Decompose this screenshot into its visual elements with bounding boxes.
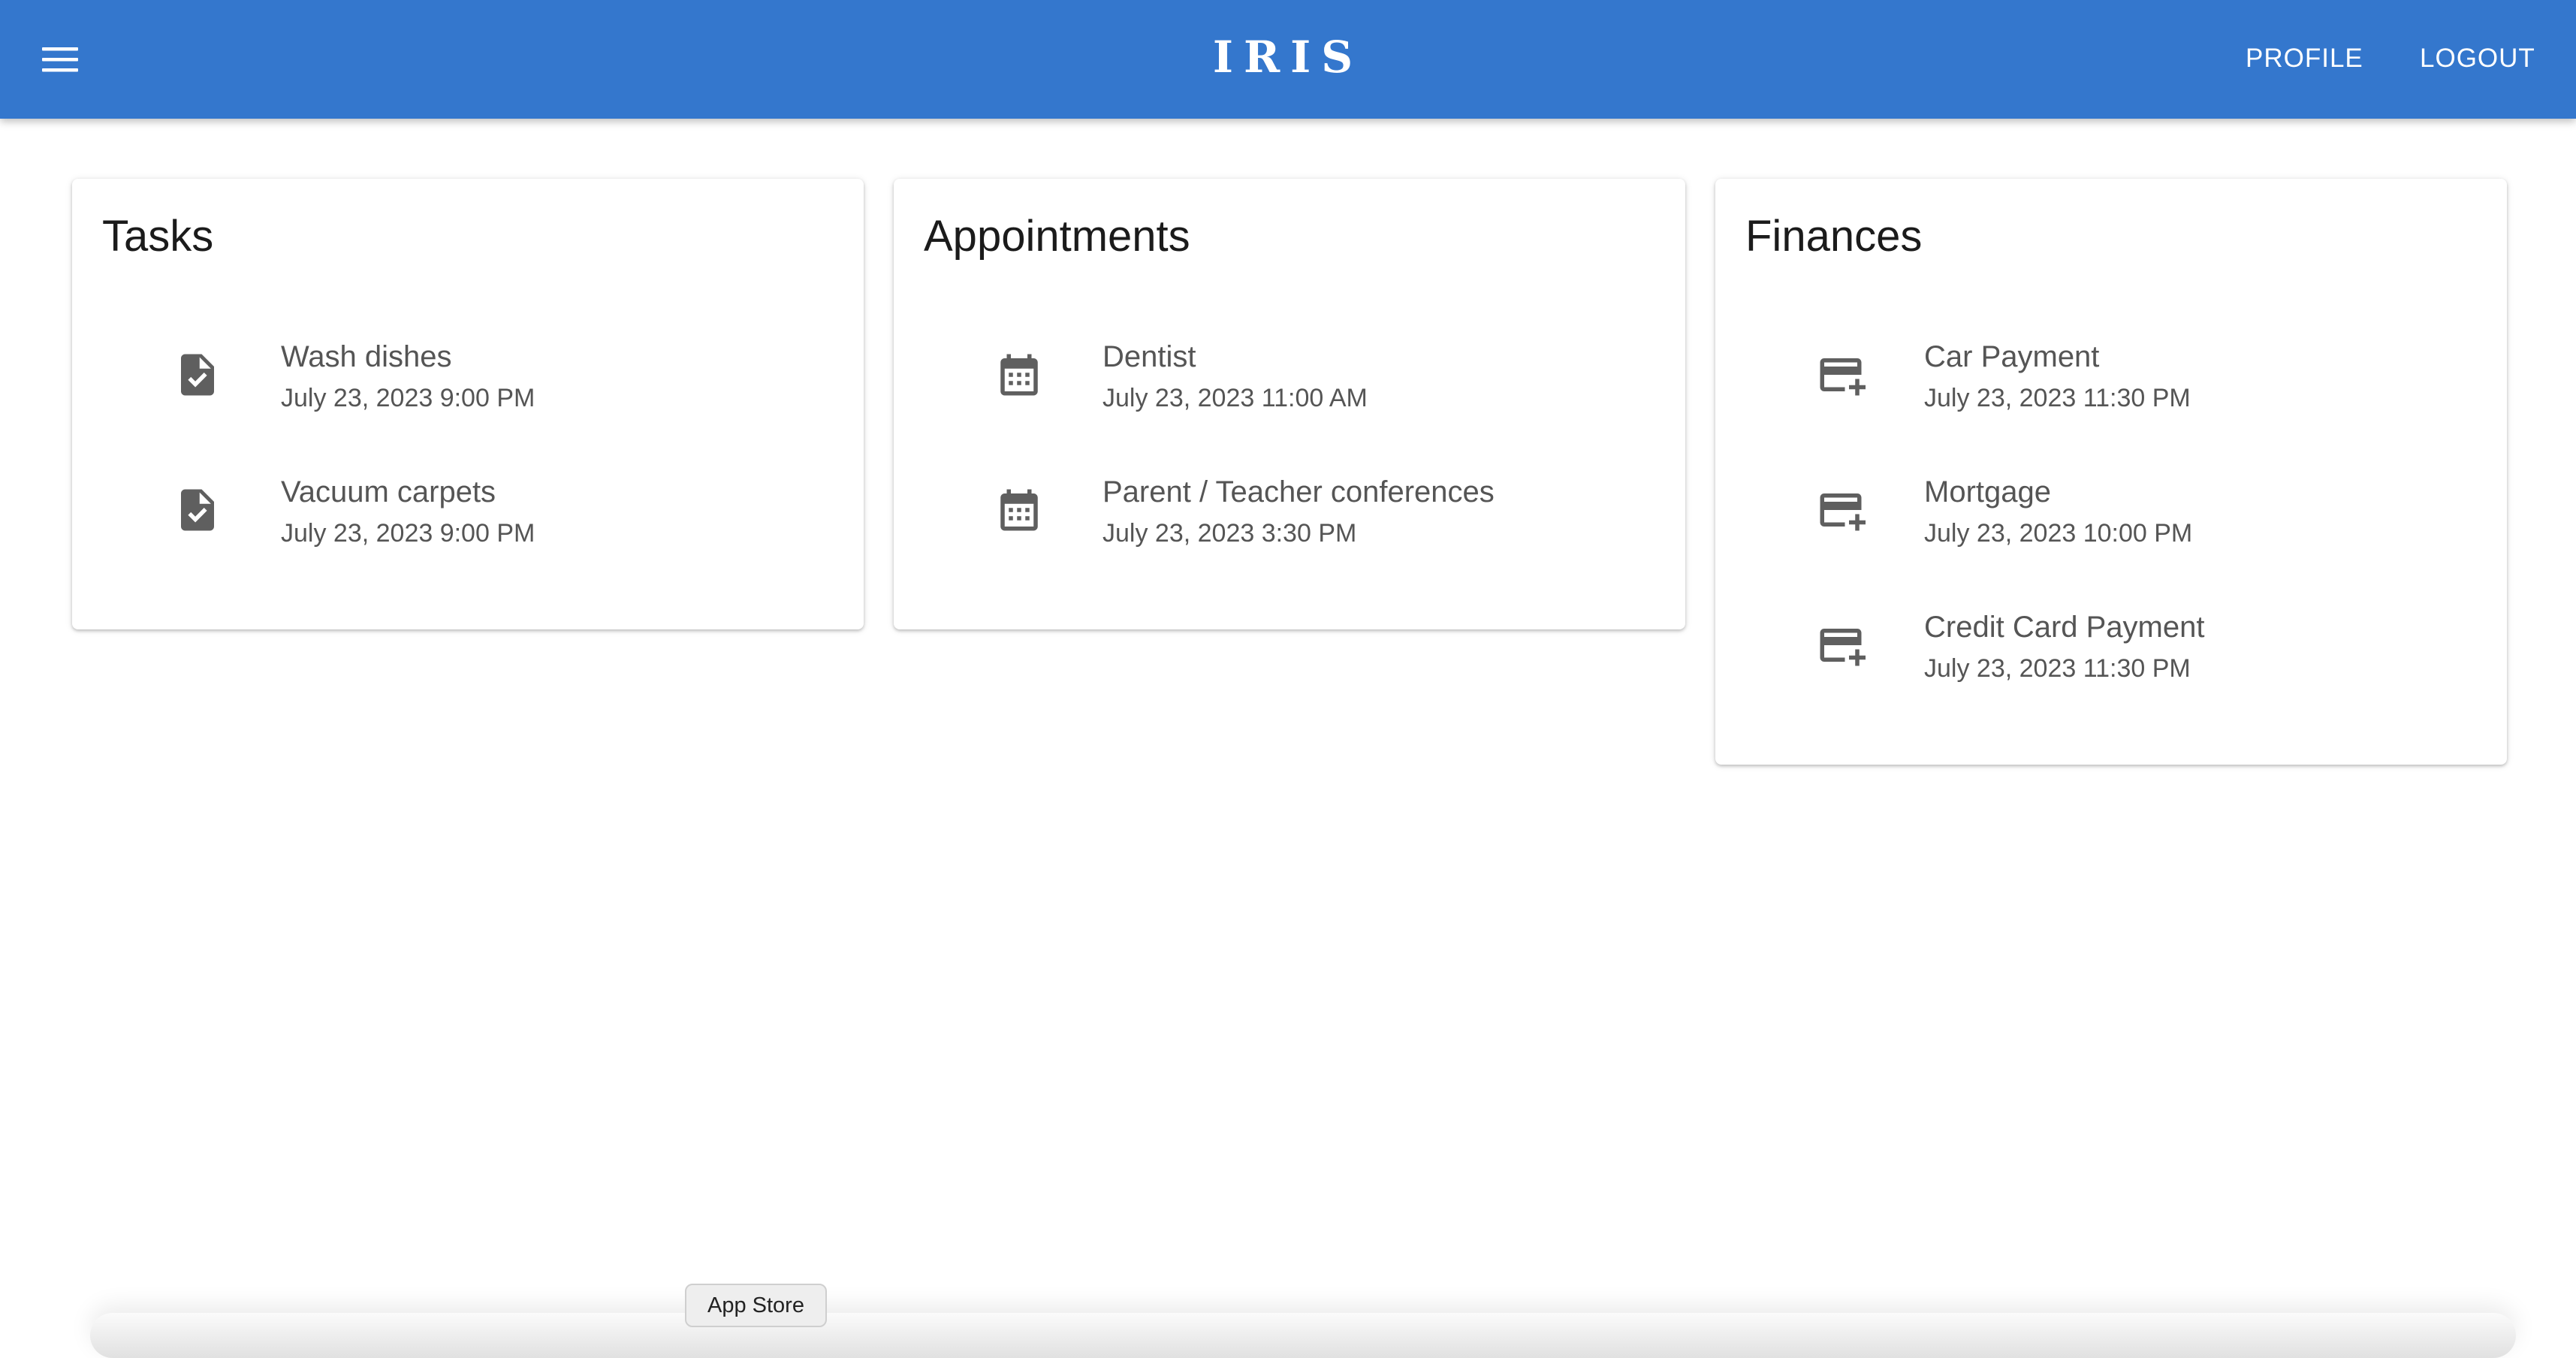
dock [90, 1313, 2516, 1358]
card-title-appointments: Appointments [924, 212, 1190, 261]
dock-tooltip: App Store [685, 1284, 827, 1327]
app-title: IRIS [1212, 32, 1364, 83]
logout-button[interactable]: LOGOUT [2420, 36, 2535, 81]
add-card-icon [1820, 493, 1866, 531]
profile-button[interactable]: PROFILE [2246, 36, 2363, 81]
list-item-date: July 23, 2023 11:30 PM [1924, 384, 2191, 412]
list-item-date: July 23, 2023 9:00 PM [281, 384, 535, 412]
list-item-title: Parent / Teacher conferences [1102, 475, 1495, 508]
list-item[interactable]: Wash dishes July 23, 2023 9:00 PM [72, 327, 864, 433]
task-document-check-icon [181, 489, 214, 531]
list-item[interactable]: Dentist July 23, 2023 11:00 AM [894, 327, 1685, 433]
list-item[interactable]: Credit Card Payment July 23, 2023 11:30 … [1715, 598, 2507, 703]
list-item[interactable]: Mortgage July 23, 2023 10:00 PM [1715, 463, 2507, 568]
calendar-icon [1000, 354, 1038, 396]
add-card-icon [1820, 358, 1866, 396]
list-item[interactable]: Vacuum carpets July 23, 2023 9:00 PM [72, 463, 864, 568]
list-item-title: Car Payment [1924, 340, 2100, 373]
list-item[interactable]: Car Payment July 23, 2023 11:30 PM [1715, 327, 2507, 433]
list-item-title: Wash dishes [281, 340, 452, 373]
tasks-card: Tasks Wash dishes July 23, 2023 9:00 PM … [72, 179, 864, 629]
list-item-title: Mortgage [1924, 475, 2051, 508]
list-item-date: July 23, 2023 11:00 AM [1102, 384, 1368, 412]
list-item-date: July 23, 2023 3:30 PM [1102, 519, 1357, 548]
appointments-card: Appointments Dentist July 23, 2023 11:00… [894, 179, 1685, 629]
list-item-title: Vacuum carpets [281, 475, 496, 508]
list-item-date: July 23, 2023 10:00 PM [1924, 519, 2193, 548]
finances-card: Finances Car Payment July 23, 2023 11:30… [1715, 179, 2507, 765]
list-item[interactable]: Parent / Teacher conferences July 23, 20… [894, 463, 1685, 568]
list-item-date: July 23, 2023 9:00 PM [281, 519, 535, 548]
calendar-icon [1000, 489, 1038, 531]
add-card-icon [1820, 629, 1866, 666]
list-item-date: July 23, 2023 11:30 PM [1924, 654, 2191, 683]
task-document-check-icon [181, 354, 214, 396]
card-title-finances: Finances [1745, 212, 1923, 261]
card-title-tasks: Tasks [102, 212, 214, 261]
app-bar: IRIS PROFILE LOGOUT [0, 0, 2576, 119]
list-item-title: Dentist [1102, 340, 1196, 373]
list-item-title: Credit Card Payment [1924, 611, 2205, 644]
